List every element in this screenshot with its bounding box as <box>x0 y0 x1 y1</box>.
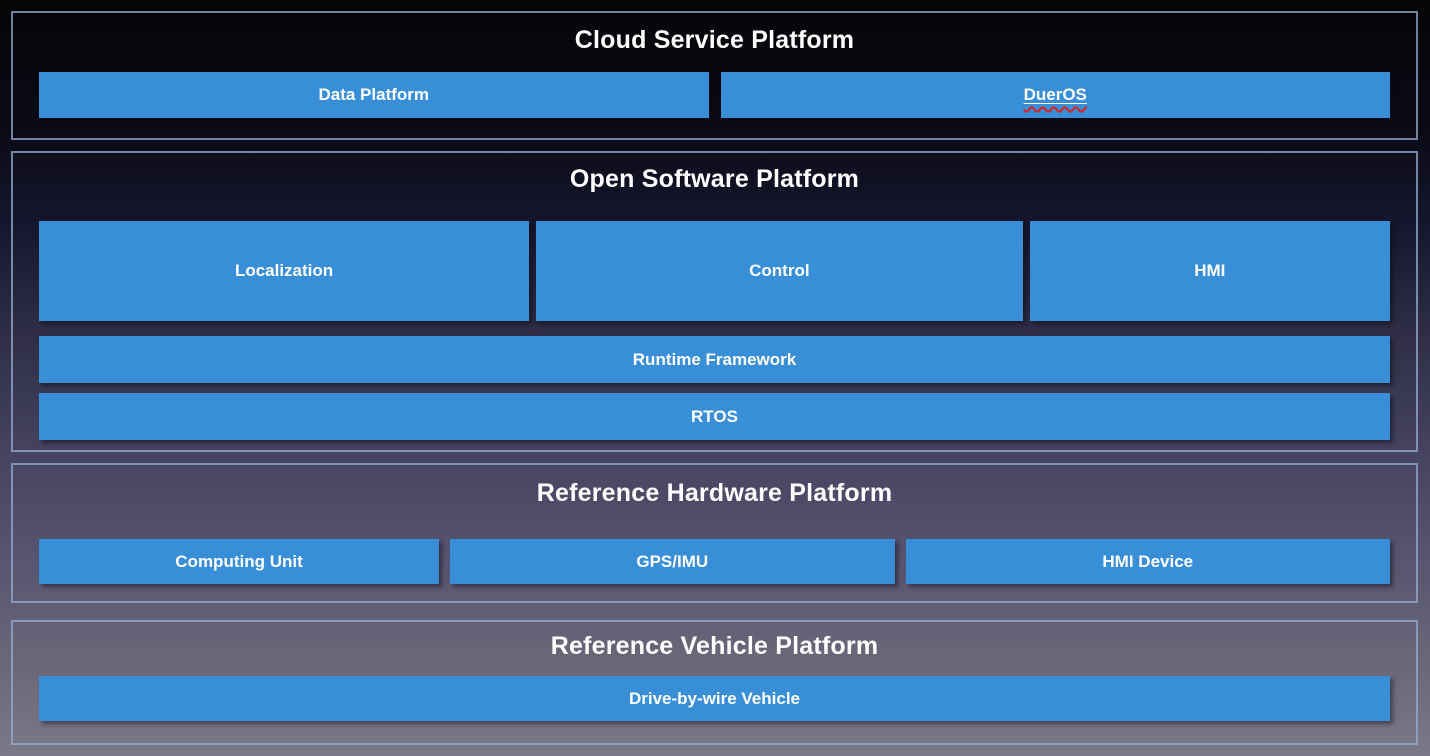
cloud-boxes-row: Data Platform DuerOS <box>39 72 1390 118</box>
box-gps-imu-label: GPS/IMU <box>636 552 708 572</box>
box-computing-unit: Computing Unit <box>39 539 439 584</box>
section-title-open-software-platform: Open Software Platform <box>39 165 1390 194</box>
box-hmi-label: HMI <box>1194 261 1225 281</box>
box-hmi-device-label: HMI Device <box>1102 552 1193 572</box>
box-localization-label: Localization <box>235 261 333 281</box>
box-hmi: HMI <box>1030 221 1390 321</box>
box-drive-by-wire-vehicle-label: Drive-by-wire Vehicle <box>629 689 800 709</box>
section-reference-hardware-platform: Reference Hardware Platform Computing Un… <box>11 463 1418 603</box>
box-control: Control <box>536 221 1023 321</box>
section-cloud-service-platform: Cloud Service Platform Data Platform Due… <box>11 11 1418 140</box>
software-modules-row: Localization Control HMI <box>39 221 1390 321</box>
box-dueros-label: DuerOS <box>1024 85 1087 104</box>
box-data-platform-label: Data Platform <box>318 85 429 105</box>
box-rtos: RTOS <box>39 393 1390 440</box>
section-reference-vehicle-platform: Reference Vehicle Platform Drive-by-wire… <box>11 620 1418 745</box>
box-computing-unit-label: Computing Unit <box>175 552 302 572</box>
box-rtos-label: RTOS <box>691 407 738 427</box>
box-localization: Localization <box>39 221 529 321</box>
box-runtime-framework-label: Runtime Framework <box>633 350 796 370</box>
box-runtime-framework: Runtime Framework <box>39 336 1390 383</box>
section-open-software-platform: Open Software Platform Localization Cont… <box>11 151 1418 452</box>
vehicle-boxes-row: Drive-by-wire Vehicle <box>39 676 1390 721</box>
architecture-diagram: Cloud Service Platform Data Platform Due… <box>0 0 1430 756</box>
section-title-cloud-service-platform: Cloud Service Platform <box>39 26 1390 55</box>
box-data-platform: Data Platform <box>39 72 709 118</box>
section-title-reference-hardware-platform: Reference Hardware Platform <box>39 479 1390 508</box>
box-gps-imu: GPS/IMU <box>450 539 894 584</box>
section-title-reference-vehicle-platform: Reference Vehicle Platform <box>39 632 1390 661</box>
dueros-spellcheck-underline: DuerOS <box>1024 85 1087 105</box>
box-hmi-device: HMI Device <box>906 539 1390 584</box>
box-dueros: DuerOS <box>721 72 1391 118</box>
box-control-label: Control <box>749 261 809 281</box>
hardware-boxes-row: Computing Unit GPS/IMU HMI Device <box>39 539 1390 584</box>
box-drive-by-wire-vehicle: Drive-by-wire Vehicle <box>39 676 1390 721</box>
